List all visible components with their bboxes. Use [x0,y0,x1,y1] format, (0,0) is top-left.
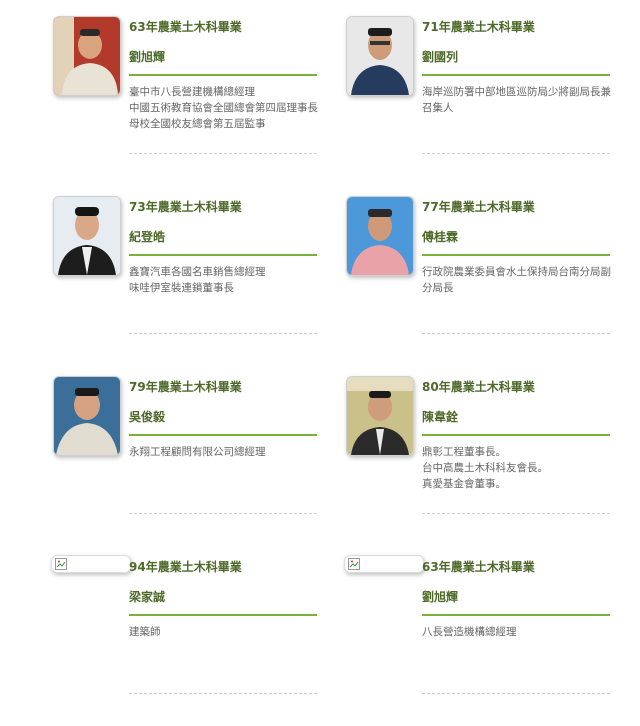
alumni-card: 79年農業土木科畢業 吳俊毅 永翔工程顧問有限公司總經理 [53,376,323,546]
alumni-name[interactable]: 吳俊毅 [129,408,165,425]
alumni-name[interactable]: 劉國列 [422,48,458,65]
alumni-description: 鑫寶汽車各國名車銷售總經理 味哇伊室裝連鎖董事長 [129,264,321,296]
alumni-description: 鼎彰工程董事長。 台中高農土木科科友會長。 真愛基金會董事。 [422,444,614,492]
alumni-card: 71年農業土木科畢業 劉國列 海岸巡防署中部地區巡防局少將副局長兼召集人 [346,16,616,186]
alumni-description: 永翔工程顧問有限公司總經理 [129,444,321,460]
dashed-divider [129,333,317,334]
alumni-name[interactable]: 傅桂霖 [422,228,458,245]
description-line: 鼎彰工程董事長。 [422,446,506,458]
graduation-year: 63年農業土木科畢業 [422,560,535,574]
description-line: 真愛基金會董事。 [422,478,506,490]
description-line: 母校全國校友總會第五屆監事 [129,118,266,130]
alumni-photo[interactable] [53,16,121,96]
graduation-year: 71年農業土木科畢業 [422,20,535,34]
divider [129,74,317,76]
divider [129,434,317,436]
broken-image[interactable] [51,555,131,573]
description-line: 臺中市八長營建機構總經理 [129,86,255,98]
graduation-year: 73年農業土木科畢業 [129,200,242,214]
dashed-divider [129,153,317,154]
divider [129,614,317,616]
alumni-card: 63年農業土木科畢業 劉旭輝 八長營造機構總經理 [344,555,616,726]
dashed-divider [422,693,610,694]
alumni-card: 80年農業土木科畢業 陳韋銓 鼎彰工程董事長。 台中高農土木科科友會長。 真愛基… [346,376,616,546]
alumni-card: 94年農業土木科畢業 梁家誠 建築師 [51,555,323,726]
alumni-photo[interactable] [53,376,121,456]
divider [129,254,317,256]
alumni-photo[interactable] [53,196,121,276]
alumni-description: 行政院農業委員會水土保持局台南分局副分局長 [422,264,614,296]
dashed-divider [422,333,610,334]
description-line: 海岸巡防署中部地區巡防局少將副局長兼召集人 [422,86,611,114]
divider [422,74,610,76]
description-line: 中國五術教育協會全國總會第四屆理事長 [129,102,318,114]
description-line: 味哇伊室裝連鎖董事長 [129,282,234,294]
graduation-year: 63年農業土木科畢業 [129,20,242,34]
dashed-divider [422,153,610,154]
broken-image-icon [55,558,67,570]
description-line: 建築師 [129,626,161,638]
dashed-divider [129,693,317,694]
description-line: 行政院農業委員會水土保持局台南分局副分局長 [422,266,611,294]
alumni-name[interactable]: 劉旭輝 [129,48,165,65]
alumni-card: 77年農業土木科畢業 傅桂霖 行政院農業委員會水土保持局台南分局副分局長 [346,196,616,366]
divider [422,254,610,256]
alumni-description: 臺中市八長營建機構總經理 中國五術教育協會全國總會第四屆理事長 母校全國校友總會… [129,84,321,132]
description-line: 鑫寶汽車各國名車銷售總經理 [129,266,266,278]
description-line: 八長營造機構總經理 [422,626,517,638]
divider [422,434,610,436]
alumni-photo[interactable] [346,376,414,456]
alumni-photo[interactable] [346,16,414,96]
alumni-card: 63年農業土木科畢業 劉旭輝 臺中市八長營建機構總經理 中國五術教育協會全國總會… [53,16,323,186]
dashed-divider [129,513,317,514]
alumni-description: 建築師 [129,624,321,640]
alumni-name[interactable]: 劉旭輝 [422,588,458,605]
alumni-description: 八長營造機構總經理 [422,624,614,640]
alumni-name[interactable]: 梁家誠 [129,588,165,605]
description-line: 台中高農土木科科友會長。 [422,462,548,474]
alumni-card: 73年農業土木科畢業 紀登皓 鑫寶汽車各國名車銷售總經理 味哇伊室裝連鎖董事長 [53,196,323,366]
graduation-year: 80年農業土木科畢業 [422,380,535,394]
graduation-year: 94年農業土木科畢業 [129,560,242,574]
alumni-name[interactable]: 紀登皓 [129,228,165,245]
broken-image[interactable] [344,555,424,573]
divider [422,614,610,616]
description-line: 永翔工程顧問有限公司總經理 [129,446,266,458]
alumni-photo[interactable] [346,196,414,276]
graduation-year: 79年農業土木科畢業 [129,380,242,394]
broken-image-icon [348,558,360,570]
alumni-description: 海岸巡防署中部地區巡防局少將副局長兼召集人 [422,84,614,116]
graduation-year: 77年農業土木科畢業 [422,200,535,214]
alumni-name[interactable]: 陳韋銓 [422,408,458,425]
dashed-divider [422,513,610,514]
